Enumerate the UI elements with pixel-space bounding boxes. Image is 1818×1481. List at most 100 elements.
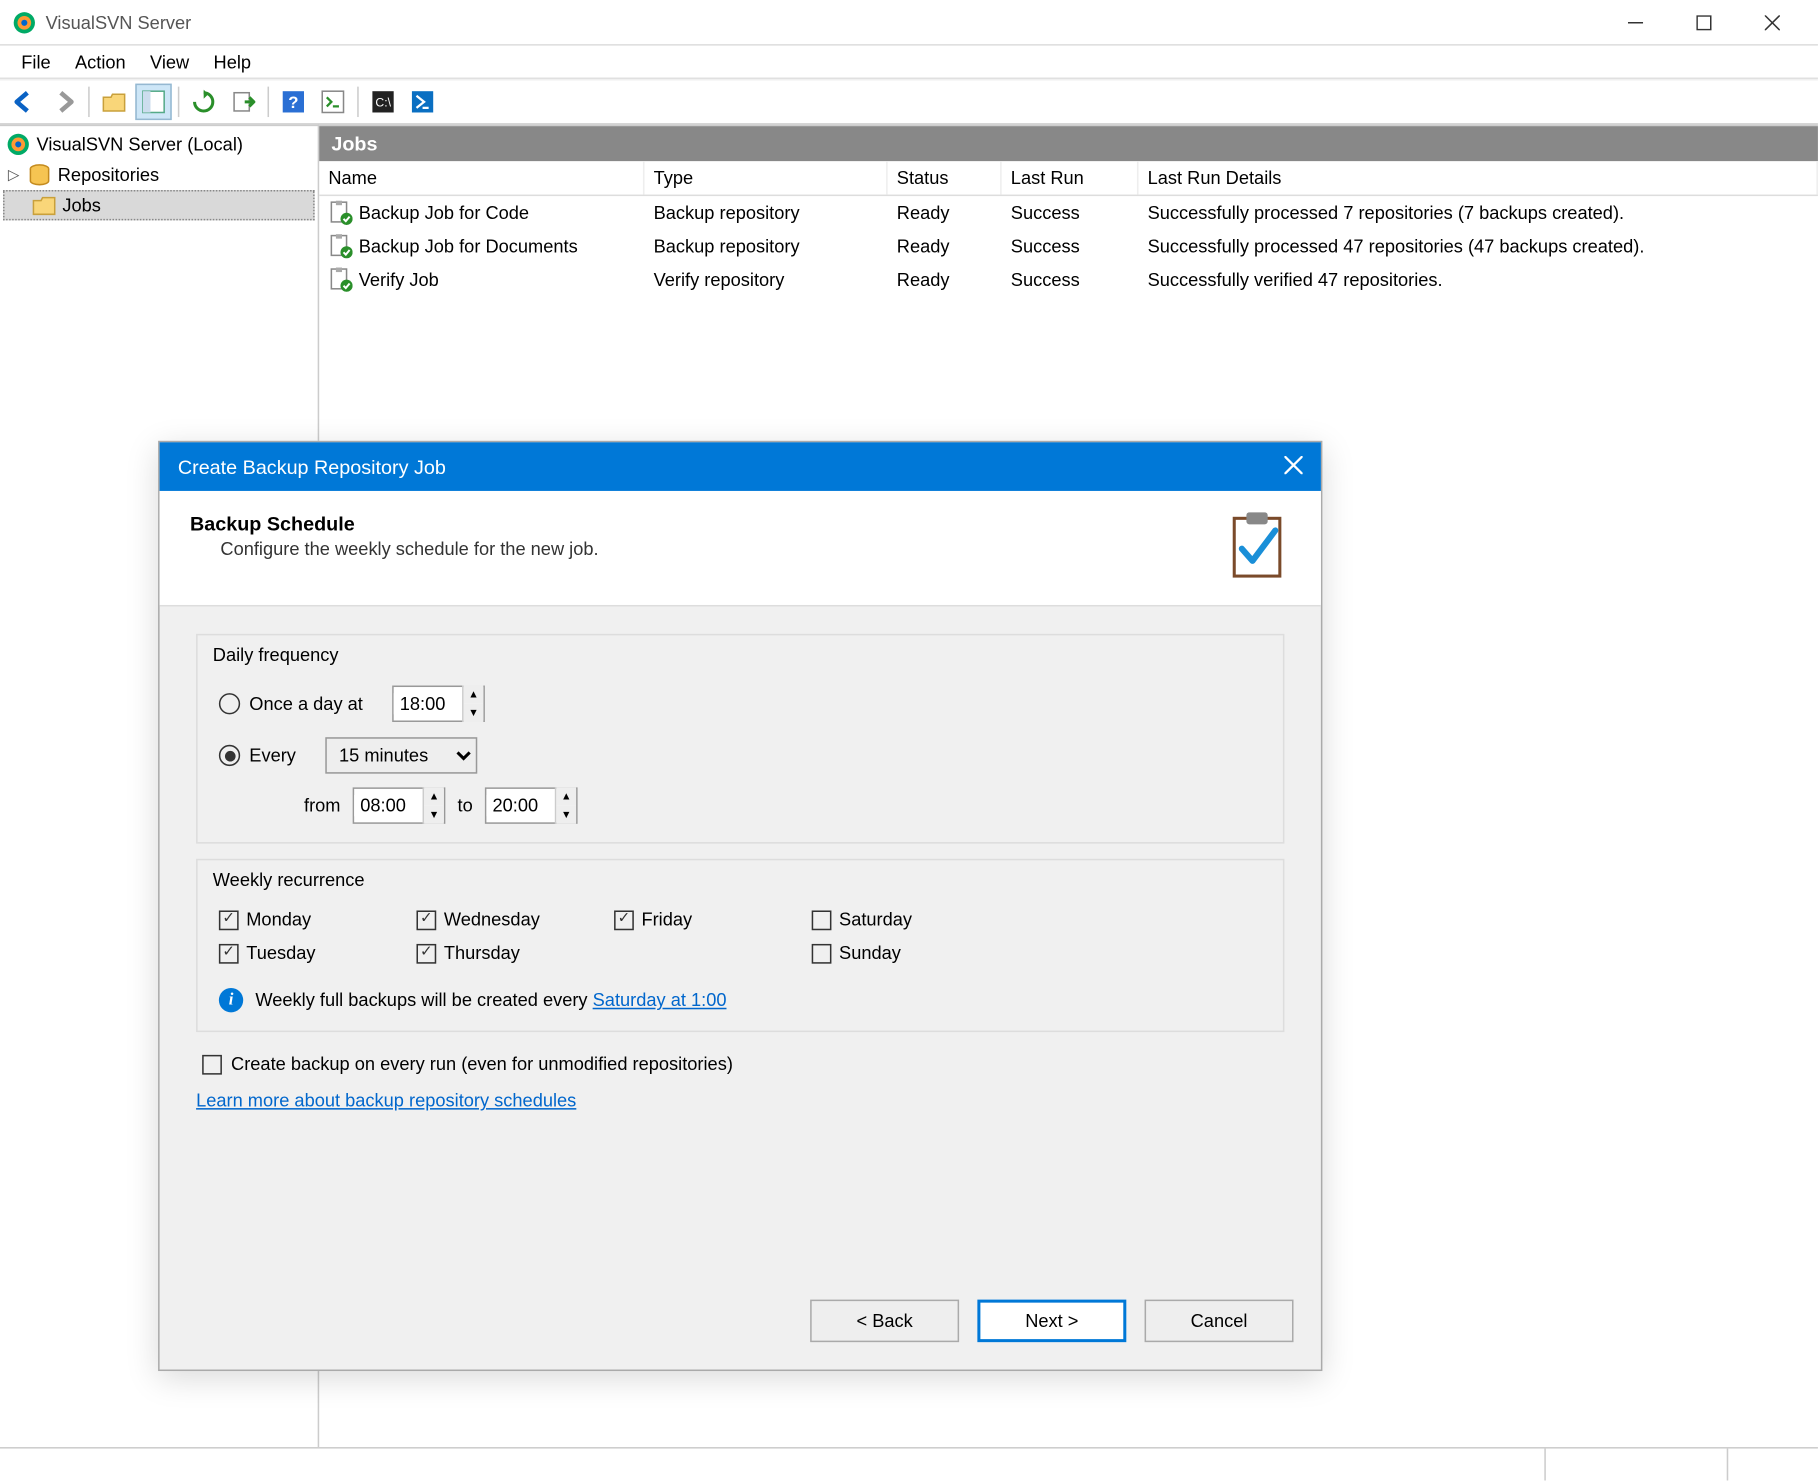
back-button[interactable]: < Back [810, 1300, 959, 1343]
from-time-input[interactable]: ▲▼ [353, 787, 446, 823]
day-label: Wednesday [444, 909, 540, 930]
expand-icon[interactable]: ▷ [6, 166, 21, 183]
checkbox-thursday[interactable]: Thursday [416, 942, 614, 963]
full-backup-schedule-link[interactable]: Saturday at 1:00 [593, 990, 727, 1011]
next-button[interactable]: Next > [977, 1300, 1126, 1343]
job-type: Verify repository [644, 266, 887, 293]
checkbox-tuesday[interactable]: Tuesday [219, 942, 417, 963]
col-status[interactable]: Status [888, 161, 1002, 194]
job-details: Successfully processed 7 repositories (7… [1138, 199, 1817, 226]
powershell-button[interactable] [404, 84, 440, 120]
titlebar: VisualSVN Server [0, 0, 1818, 46]
once-a-day-time-input[interactable]: ▲▼ [392, 686, 485, 722]
from-time-field[interactable] [354, 795, 422, 816]
job-details: Successfully verified 47 repositories. [1138, 266, 1817, 293]
learn-more-link[interactable]: Learn more about backup repository sched… [196, 1090, 576, 1111]
show-tree-button[interactable] [135, 84, 171, 120]
refresh-button[interactable] [185, 84, 221, 120]
cmd-button[interactable]: C:\ [365, 84, 401, 120]
close-button[interactable] [1737, 0, 1805, 45]
col-lastrun[interactable]: Last Run [1002, 161, 1139, 194]
svg-text:C:\: C:\ [375, 95, 391, 109]
radio-every[interactable] [219, 745, 240, 766]
console-button[interactable] [315, 84, 351, 120]
checkbox-icon [812, 910, 832, 930]
table-row[interactable]: Backup Job for DocumentsBackup repositor… [319, 230, 1818, 263]
toolbar: ? C:\ [0, 79, 1818, 125]
table-row[interactable]: Backup Job for CodeBackup repositoryRead… [319, 196, 1818, 229]
weekly-recurrence-label: Weekly recurrence [198, 860, 1283, 896]
help-button[interactable]: ? [275, 84, 311, 120]
col-name[interactable]: Name [319, 161, 644, 194]
maximize-button[interactable] [1669, 0, 1737, 45]
create-backup-job-dialog: Create Backup Repository Job Backup Sche… [158, 441, 1322, 1371]
menu-file[interactable]: File [9, 48, 63, 75]
checkbox-sunday[interactable]: Sunday [812, 942, 1010, 963]
day-label: Sunday [839, 942, 901, 963]
to-time-field[interactable] [486, 795, 554, 816]
back-button[interactable] [6, 84, 42, 120]
checkbox-icon [416, 943, 436, 963]
weekly-info-row: i Weekly full backups will be created ev… [219, 979, 1262, 1012]
job-status: Ready [888, 266, 1002, 293]
jobs-icon [32, 193, 56, 217]
col-type[interactable]: Type [644, 161, 887, 194]
day-label: Saturday [839, 909, 912, 930]
to-time-input[interactable]: ▲▼ [485, 787, 578, 823]
forward-button[interactable] [46, 84, 82, 120]
job-icon [328, 268, 352, 292]
spinner-icon[interactable]: ▲▼ [462, 686, 483, 722]
cancel-button[interactable]: Cancel [1145, 1300, 1294, 1343]
every-interval-select[interactable]: 15 minutes [325, 737, 477, 773]
job-lastrun: Success [1002, 266, 1139, 293]
checkbox-friday[interactable]: Friday [614, 909, 812, 930]
dialog-title: Create Backup Repository Job [178, 455, 446, 478]
dialog-subheading: Configure the weekly schedule for the ne… [190, 538, 1230, 559]
job-name: Verify Job [359, 269, 439, 290]
export-button[interactable] [225, 84, 261, 120]
checkbox-saturday[interactable]: Saturday [812, 909, 1010, 930]
checkbox-icon [614, 910, 634, 930]
radio-once-a-day[interactable] [219, 693, 240, 714]
checkbox-icon [219, 910, 239, 930]
spinner-icon[interactable]: ▲▼ [423, 787, 444, 823]
dialog-heading: Backup Schedule [190, 512, 1230, 535]
dialog-buttons: < Back Next > Cancel [160, 1281, 1321, 1369]
from-label: from [304, 795, 340, 816]
once-time-field[interactable] [394, 693, 462, 714]
daily-frequency-group: Daily frequency Once a day at ▲▼ Every 1… [196, 634, 1284, 844]
minimize-button[interactable] [1601, 0, 1669, 45]
table-row[interactable]: Verify Job Verify repositoryReadySuccessS… [319, 263, 1818, 296]
statusbar [0, 1447, 1818, 1480]
dialog-titlebar: Create Backup Repository Job [160, 442, 1321, 491]
col-details[interactable]: Last Run Details [1138, 161, 1817, 194]
dialog-close-button[interactable] [1284, 455, 1302, 478]
checkbox-monday[interactable]: Monday [219, 909, 417, 930]
menu-action[interactable]: Action [63, 48, 138, 75]
tree-jobs[interactable]: Jobs [3, 190, 315, 220]
menu-help[interactable]: Help [201, 48, 263, 75]
every-run-label: Create backup on every run (even for unm… [231, 1053, 733, 1074]
job-type: Backup repository [644, 233, 887, 260]
info-icon: i [219, 988, 243, 1012]
once-a-day-label: Once a day at [249, 693, 383, 714]
app-icon [12, 10, 36, 34]
job-status: Ready [888, 233, 1002, 260]
repositories-icon [27, 163, 51, 187]
menu-view[interactable]: View [138, 48, 202, 75]
tree-root[interactable]: VisualSVN Server (Local) [0, 129, 318, 159]
spinner-icon[interactable]: ▲▼ [555, 787, 576, 823]
job-details: Successfully processed 47 repositories (… [1138, 233, 1817, 260]
job-icon [328, 234, 352, 258]
list-heading: Jobs [319, 126, 1818, 161]
every-label: Every [249, 745, 316, 766]
checkbox-wednesday[interactable]: Wednesday [416, 909, 614, 930]
up-folder-button[interactable] [96, 84, 132, 120]
checkbox-icon [416, 910, 436, 930]
tree-root-label: VisualSVN Server (Local) [36, 134, 242, 155]
checkbox-icon [812, 943, 832, 963]
day-label: Monday [246, 909, 311, 930]
create-backup-every-run-checkbox[interactable]: Create backup on every run (even for unm… [202, 1053, 1278, 1074]
tree-repositories[interactable]: ▷ Repositories [0, 160, 318, 190]
weekly-info-text: Weekly full backups will be created ever… [255, 990, 592, 1011]
